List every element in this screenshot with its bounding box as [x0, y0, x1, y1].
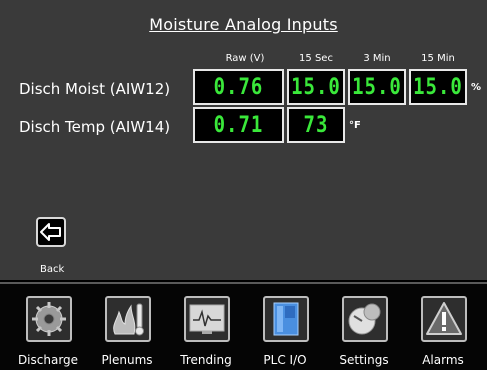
nav-discharge[interactable]: Discharge: [18, 296, 78, 370]
disch-moist-15min-readout: 15.0: [409, 69, 467, 105]
disch-moist-3min-readout: 15.0: [348, 69, 406, 105]
row-label-disch-temp: Disch Temp (AIW14): [19, 118, 171, 136]
flame-thermometer-icon: [105, 296, 151, 342]
column-header-raw: Raw (V): [225, 53, 265, 64]
gear-icon: [26, 296, 72, 342]
trend-monitor-icon: [184, 296, 230, 342]
column-header-3min: 3 Min: [363, 53, 391, 64]
row-label-disch-moist: Disch Moist (AIW12): [19, 80, 171, 98]
column-header-15sec: 15 Sec: [299, 53, 333, 64]
back-button[interactable]: [36, 217, 66, 247]
nav-plc-io[interactable]: PLC I/O: [255, 296, 315, 370]
arrow-left-icon: [40, 223, 61, 241]
nav-alarms[interactable]: Alarms: [413, 296, 473, 370]
nav-trending[interactable]: Trending: [176, 296, 236, 370]
page-title: Moisture Analog Inputs: [149, 15, 338, 34]
nav-discharge-label: Discharge: [17, 353, 79, 367]
nav-trending-label: Trending: [180, 353, 232, 367]
nav-plc-io-label: PLC I/O: [263, 353, 307, 367]
plc-rack-icon: [263, 296, 309, 342]
warning-triangle-icon: [421, 296, 467, 342]
navbar-divider: [0, 282, 487, 284]
disch-temp-15sec-readout: 73: [287, 107, 345, 143]
disch-moist-15sec-readout: 15.0: [287, 69, 345, 105]
back-button-label: Back: [40, 264, 65, 275]
bottom-navbar: Discharge Plenums Trending PLC I/O Setti…: [0, 282, 487, 370]
disch-moist-raw-readout: 0.76: [193, 69, 284, 105]
nav-plenums[interactable]: Plenums: [97, 296, 157, 370]
nav-plenums-label: Plenums: [101, 353, 153, 367]
main-panel: Moisture Analog Inputs Raw (V) 15 Sec 3 …: [0, 0, 487, 280]
nav-alarms-label: Alarms: [422, 353, 464, 367]
settings-sphere-icon: [342, 296, 388, 342]
nav-settings[interactable]: Settings: [334, 296, 394, 370]
column-header-15min: 15 Min: [421, 53, 455, 64]
nav-settings-label: Settings: [339, 353, 389, 367]
disch-moist-unit: %: [471, 82, 482, 93]
disch-temp-unit: °F: [349, 120, 361, 131]
disch-temp-raw-readout: 0.71: [193, 107, 284, 143]
